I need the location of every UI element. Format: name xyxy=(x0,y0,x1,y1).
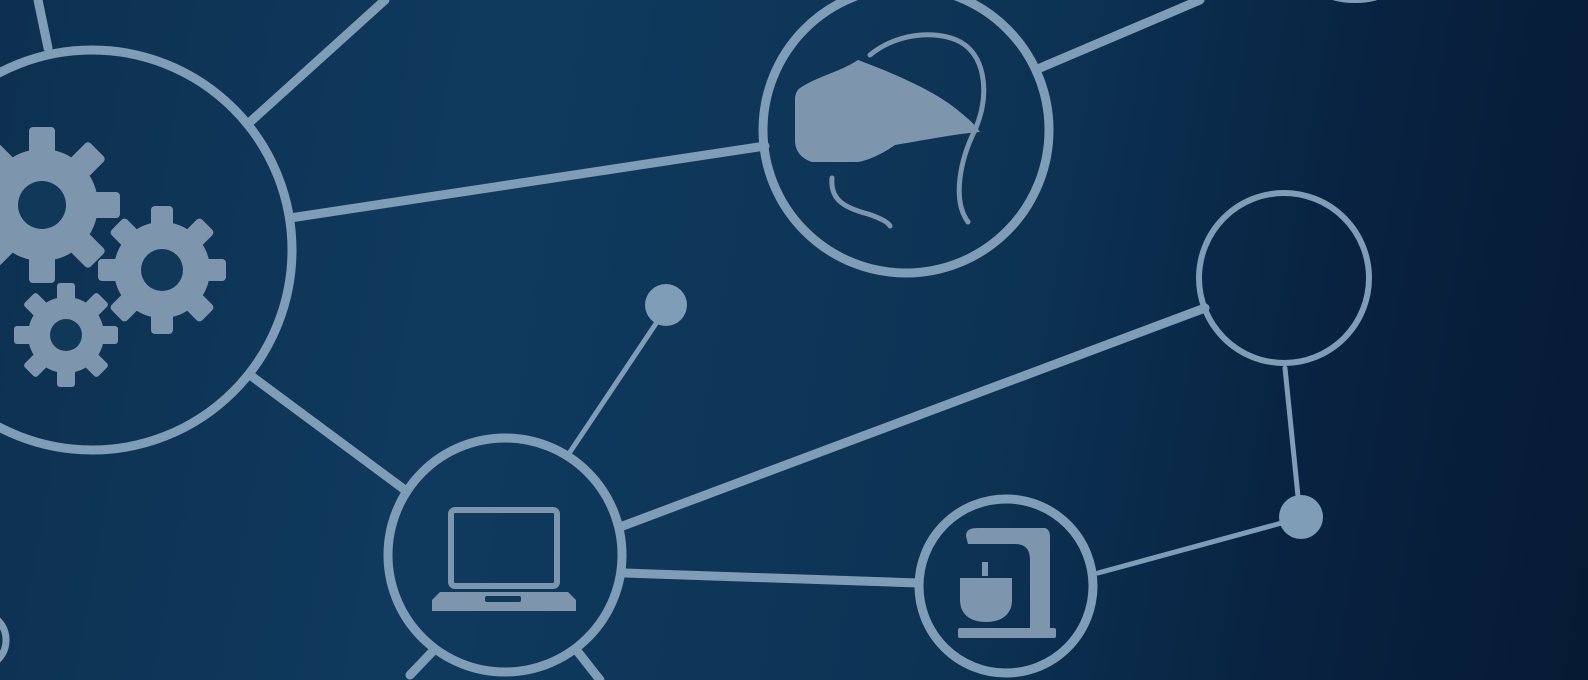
laptop-icon xyxy=(432,507,576,611)
connector-line xyxy=(245,0,390,127)
vr-headset-icon xyxy=(795,32,987,229)
connector-line xyxy=(285,141,770,223)
connector-line xyxy=(565,307,668,458)
stand-mixer-icon xyxy=(958,528,1056,638)
edge-node-partial xyxy=(0,617,10,663)
connector-line xyxy=(1035,0,1205,73)
connector-line xyxy=(1282,365,1303,519)
laptop-node xyxy=(383,433,627,677)
network-diagram xyxy=(0,0,1378,680)
dot-node xyxy=(645,284,687,326)
connector-line xyxy=(620,568,923,588)
connector-line xyxy=(405,647,437,680)
connector-line xyxy=(33,0,53,53)
empty-node xyxy=(1196,190,1372,366)
iot-network-banner xyxy=(0,0,1588,680)
gears-icon xyxy=(0,127,226,387)
connector-line xyxy=(573,647,605,680)
connector-line xyxy=(245,370,410,495)
dot-node xyxy=(1279,495,1323,539)
dot-node-partial xyxy=(1332,0,1378,3)
connector-line xyxy=(1095,515,1303,576)
connector-line xyxy=(615,303,1210,532)
